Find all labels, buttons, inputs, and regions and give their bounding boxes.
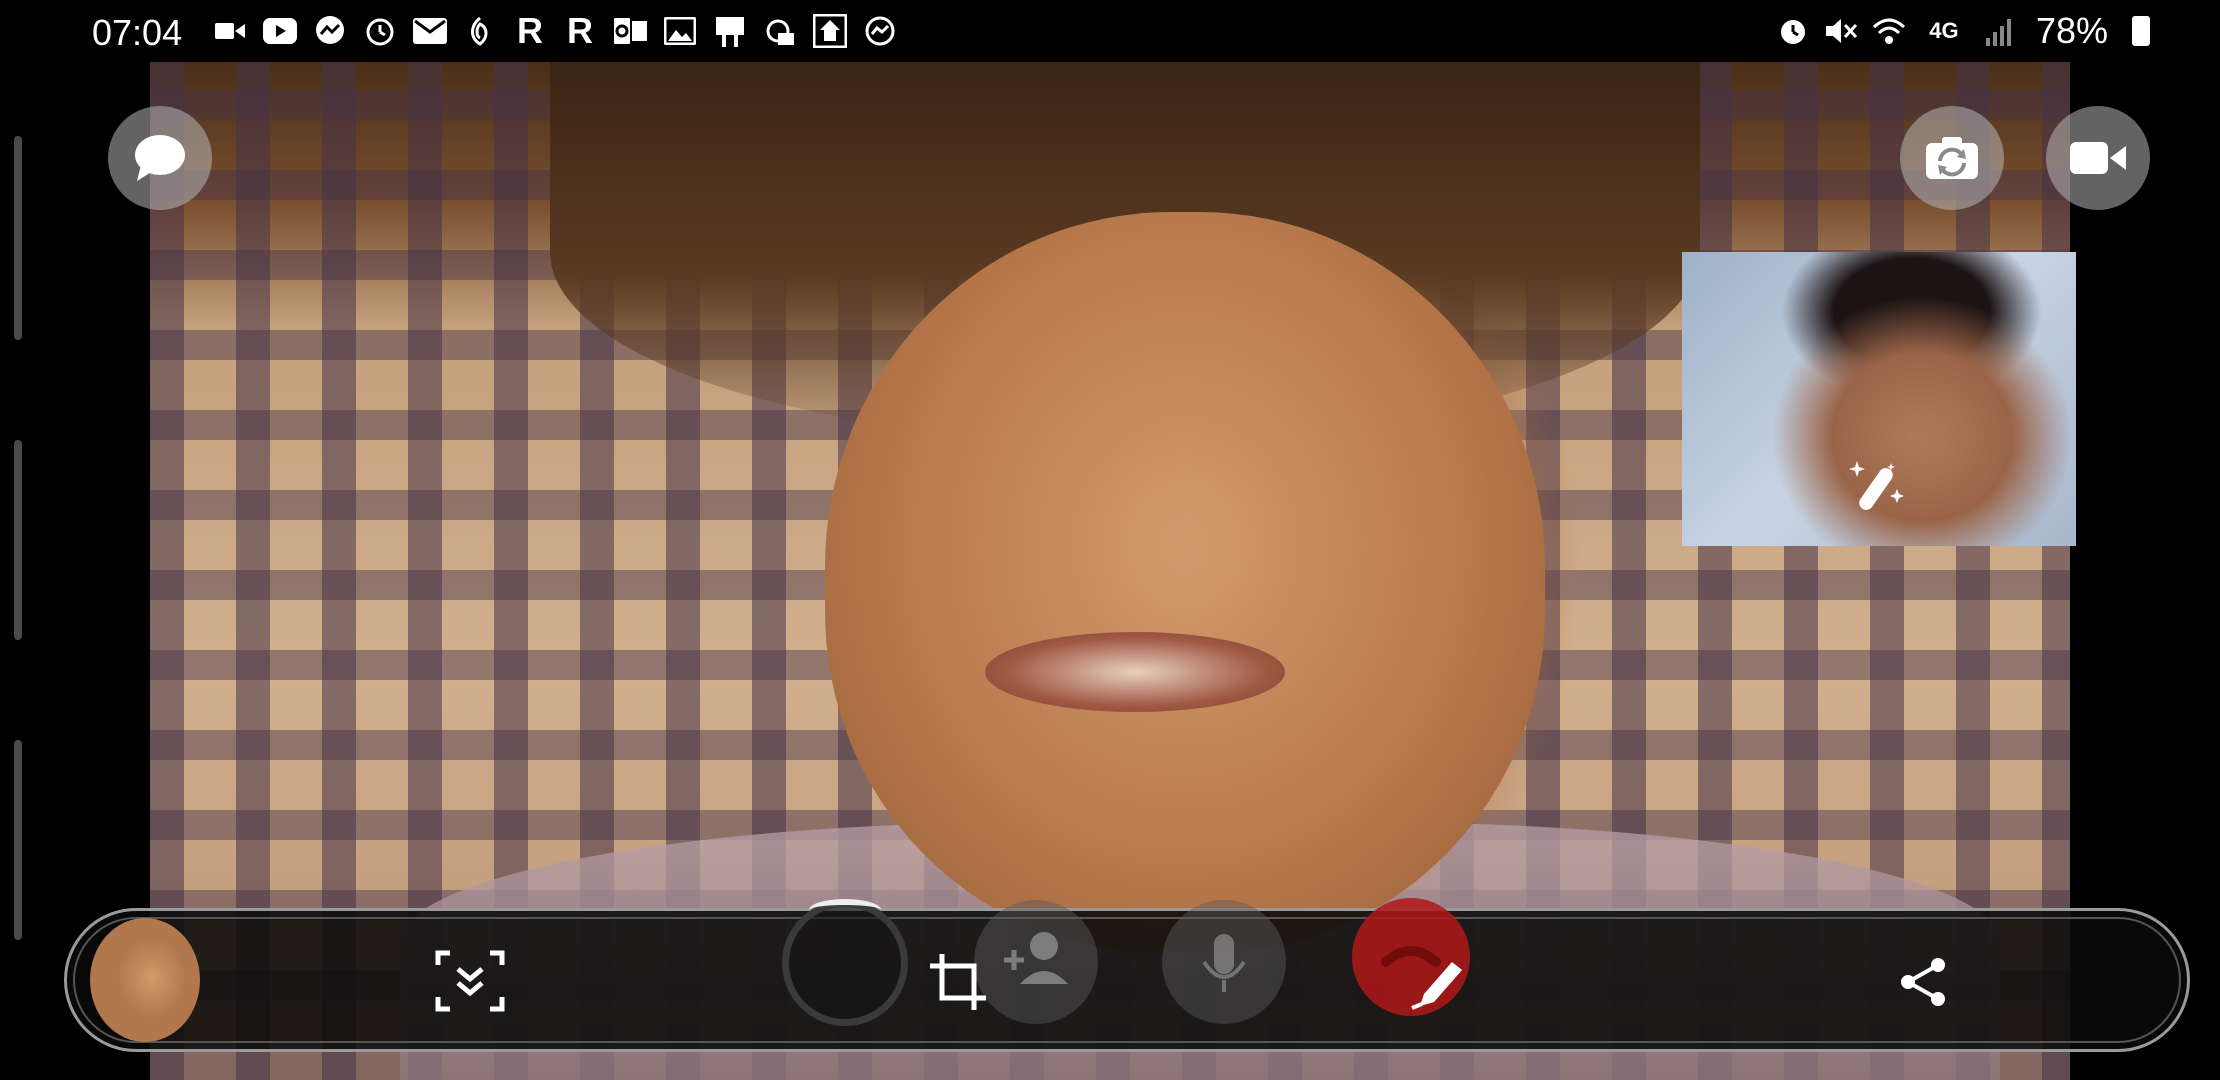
crop-button[interactable] [926, 950, 990, 1014]
draw-icon [1411, 962, 1462, 1010]
lte-icon: 4G [1929, 18, 1959, 43]
draw-button[interactable] [1406, 946, 1472, 1012]
effects-button[interactable] [1844, 452, 1914, 522]
scroll-capture-button[interactable] [430, 946, 510, 1016]
status-time: 07:04 [92, 12, 183, 53]
capture-button [782, 899, 908, 1026]
gallery-icon [662, 13, 698, 49]
edge-indicator-middle [14, 440, 22, 640]
chat-bubble-icon [135, 135, 185, 181]
system-icons: 4G 78% [1776, 10, 2150, 52]
mute-icon [1824, 12, 1858, 50]
flip-camera-button[interactable] [1900, 106, 2004, 210]
outlook-icon [612, 13, 648, 49]
edge-indicator-top [14, 136, 22, 340]
sign-icon [712, 13, 748, 49]
scroll-capture-icon [435, 950, 505, 1012]
toolbar-inner-border [73, 917, 2181, 1043]
crop-icon [930, 954, 986, 1010]
battery-percentage: 78% [2035, 10, 2108, 51]
screen: 07:04 R R 4G 78% [0, 0, 2220, 1080]
share-button[interactable] [1896, 954, 1952, 1010]
screenshot-toolbar [64, 908, 2190, 1052]
mail-icon [412, 13, 448, 49]
signal-icon [1982, 12, 2016, 50]
r-icon: R [517, 10, 543, 51]
share-icon [1901, 958, 1945, 1006]
alarm-icon [1776, 12, 1810, 50]
chat-button[interactable] [108, 106, 212, 210]
edge-indicator-bottom [14, 740, 22, 940]
self-video-preview[interactable] [1682, 252, 2076, 546]
screenshot-thumbnail[interactable] [90, 918, 200, 1042]
notification-icons: R R [212, 10, 898, 51]
r-icon: R [567, 10, 593, 51]
alarm-icon [362, 13, 398, 49]
status-bar: 07:04 R R 4G 78% [0, 0, 2220, 62]
swirl-icon [462, 13, 498, 49]
add-person-icon [1004, 932, 1068, 984]
messenger-icon [862, 13, 898, 49]
microphone-button [1162, 900, 1286, 1024]
video-camera-icon [2070, 142, 2126, 174]
home-icon [812, 13, 848, 49]
video-icon [212, 13, 248, 49]
wifi-icon [1872, 12, 1906, 50]
magic-wand-icon [1849, 461, 1904, 510]
video-toggle-button[interactable] [2046, 106, 2150, 210]
remote-video-mouth [985, 632, 1285, 712]
remote-video-face [825, 212, 1545, 952]
flip-camera-icon [1926, 137, 1978, 179]
add-person-button [974, 900, 1098, 1024]
youtube-icon [262, 13, 298, 49]
microphone-icon [1202, 934, 1246, 992]
messenger-icon [312, 13, 348, 49]
weather-icon [762, 13, 798, 49]
battery-icon [2132, 16, 2150, 46]
